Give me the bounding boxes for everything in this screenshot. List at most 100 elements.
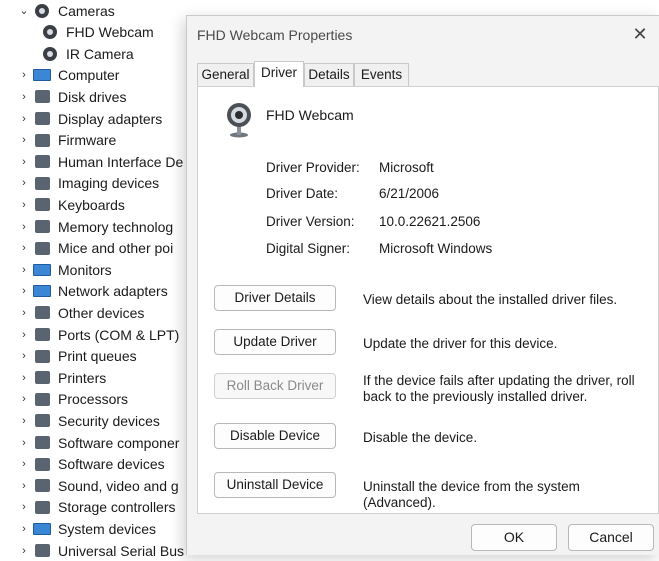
tree-item[interactable]: › Monitors bbox=[16, 259, 112, 280]
camera-icon bbox=[32, 3, 52, 19]
tree-item[interactable]: › Computer bbox=[16, 65, 119, 86]
ok-button[interactable]: OK bbox=[471, 524, 557, 551]
tree-item[interactable]: › Memory technolog bbox=[16, 216, 173, 237]
chevron-right-icon[interactable]: › bbox=[16, 415, 32, 427]
chevron-right-icon[interactable]: › bbox=[16, 480, 32, 492]
chevron-right-icon[interactable]: › bbox=[16, 156, 32, 168]
tree-item-label: Security devices bbox=[58, 412, 160, 429]
tree-item-label: Human Interface De bbox=[58, 153, 184, 170]
roll-back-driver-description: If the device fails after updating the d… bbox=[363, 373, 635, 404]
chevron-right-icon[interactable]: › bbox=[16, 221, 32, 233]
device-tree: ⌄ Cameras FHD Webcam IR Camera › Computer › Dis… bbox=[0, 0, 200, 559]
tree-item[interactable]: › Security devices bbox=[16, 410, 160, 431]
tree-item-label: Imaging devices bbox=[58, 175, 160, 192]
chevron-right-icon[interactable]: › bbox=[16, 91, 32, 103]
tree-item-label: Disk drives bbox=[58, 88, 127, 105]
tree-item[interactable]: › Ports (COM & LPT) bbox=[16, 324, 179, 345]
chevron-right-icon[interactable]: › bbox=[16, 134, 32, 146]
cancel-button[interactable]: Cancel bbox=[568, 524, 654, 551]
chevron-right-icon[interactable]: › bbox=[16, 177, 32, 189]
camera-icon bbox=[40, 24, 60, 40]
system-devices-icon bbox=[32, 521, 52, 537]
tree-item[interactable]: › Software devices bbox=[16, 454, 165, 475]
tab-driver[interactable]: Driver bbox=[254, 61, 304, 87]
tree-item-label: Cameras bbox=[58, 2, 115, 19]
disable-device-button[interactable]: Disable Device bbox=[214, 423, 336, 449]
chevron-right-icon[interactable]: › bbox=[16, 264, 32, 276]
chevron-right-icon[interactable]: › bbox=[16, 69, 32, 81]
uninstall-device-button[interactable]: Uninstall Device bbox=[214, 472, 336, 498]
monitor-icon bbox=[32, 262, 52, 278]
update-driver-description: Update the driver for this device. bbox=[363, 336, 558, 351]
tree-item[interactable]: › Sound, video and g bbox=[16, 475, 179, 496]
mouse-icon bbox=[32, 240, 52, 256]
usb-icon bbox=[32, 543, 52, 559]
tree-item[interactable]: › Keyboards bbox=[16, 194, 125, 215]
tree-item[interactable]: › Print queues bbox=[16, 346, 136, 367]
tree-item-label: Software devices bbox=[58, 456, 165, 473]
tree-item[interactable]: IR Camera bbox=[40, 43, 134, 64]
software-component-icon bbox=[32, 435, 52, 451]
chevron-right-icon[interactable]: › bbox=[16, 458, 32, 470]
chevron-right-icon[interactable]: › bbox=[16, 501, 32, 513]
tree-item[interactable]: › Storage controllers bbox=[16, 497, 176, 518]
webcam-icon bbox=[227, 103, 251, 138]
storage-icon bbox=[32, 499, 52, 515]
close-icon[interactable]: ✕ bbox=[627, 22, 653, 46]
other-devices-icon bbox=[32, 305, 52, 321]
chevron-right-icon[interactable]: › bbox=[16, 393, 32, 405]
tree-item-label: Memory technolog bbox=[58, 218, 174, 235]
chevron-right-icon[interactable]: › bbox=[16, 545, 32, 557]
chevron-right-icon[interactable]: › bbox=[16, 199, 32, 211]
network-icon bbox=[32, 283, 52, 299]
driver-tab-panel: FHD Webcam Driver Provider: Microsoft Dr… bbox=[197, 86, 659, 514]
tree-item[interactable]: FHD Webcam bbox=[40, 22, 154, 43]
chevron-right-icon[interactable]: › bbox=[16, 437, 32, 449]
chevron-right-icon[interactable]: › bbox=[16, 372, 32, 384]
driver-provider-value: Microsoft bbox=[379, 160, 434, 175]
tree-item[interactable]: ⌄ Cameras bbox=[16, 0, 115, 21]
tree-item-label: Mice and other poi bbox=[58, 240, 174, 257]
tree-item-label: Storage controllers bbox=[58, 499, 176, 516]
tree-item[interactable]: › Software componer bbox=[16, 432, 179, 453]
roll-back-driver-button: Roll Back Driver bbox=[214, 373, 336, 399]
camera-icon bbox=[40, 46, 60, 62]
tree-item-label: Software componer bbox=[58, 434, 180, 451]
tree-item[interactable]: › Display adapters bbox=[16, 108, 162, 129]
tree-item-label: Ports (COM & LPT) bbox=[58, 326, 180, 343]
tree-item-label: FHD Webcam bbox=[66, 24, 154, 41]
tab-details[interactable]: Details bbox=[304, 63, 354, 86]
printer-icon bbox=[32, 370, 52, 386]
tree-item[interactable]: › Network adapters bbox=[16, 281, 168, 302]
tree-item[interactable]: › Universal Serial Bus bbox=[16, 540, 184, 561]
tree-item[interactable]: › Firmware bbox=[16, 130, 116, 151]
tree-item[interactable]: › Imaging devices bbox=[16, 173, 159, 194]
tree-item[interactable]: › Processors bbox=[16, 389, 128, 410]
tree-item-label: System devices bbox=[58, 520, 157, 537]
chevron-right-icon[interactable]: › bbox=[16, 307, 32, 319]
tree-item[interactable]: › Other devices bbox=[16, 302, 144, 323]
tab-events[interactable]: Events bbox=[354, 63, 409, 86]
tree-item[interactable]: › Human Interface De bbox=[16, 151, 183, 172]
driver-date-label: Driver Date: bbox=[266, 186, 339, 201]
tree-item[interactable]: › Printers bbox=[16, 367, 106, 388]
tree-item[interactable]: › Mice and other poi bbox=[16, 238, 173, 259]
tree-item[interactable]: › System devices bbox=[16, 518, 156, 539]
chevron-right-icon[interactable]: › bbox=[16, 523, 32, 535]
chevron-right-icon[interactable]: › bbox=[16, 285, 32, 297]
tree-item-label: Universal Serial Bus bbox=[58, 542, 185, 559]
driver-details-button[interactable]: Driver Details bbox=[214, 285, 336, 311]
chevron-right-icon[interactable]: › bbox=[16, 242, 32, 254]
update-driver-button[interactable]: Update Driver bbox=[214, 329, 336, 355]
chevron-right-icon[interactable]: › bbox=[16, 350, 32, 362]
chevron-right-icon[interactable]: › bbox=[16, 329, 32, 341]
chevron-down-icon[interactable]: ⌄ bbox=[16, 4, 32, 17]
keyboard-icon bbox=[32, 197, 52, 213]
tree-item[interactable]: › Disk drives bbox=[16, 86, 126, 107]
hid-icon bbox=[32, 154, 52, 170]
software-device-icon bbox=[32, 456, 52, 472]
chevron-right-icon[interactable]: › bbox=[16, 113, 32, 125]
digital-signer-label: Digital Signer: bbox=[266, 241, 351, 256]
tab-general[interactable]: General bbox=[197, 63, 254, 86]
security-icon bbox=[32, 413, 52, 429]
